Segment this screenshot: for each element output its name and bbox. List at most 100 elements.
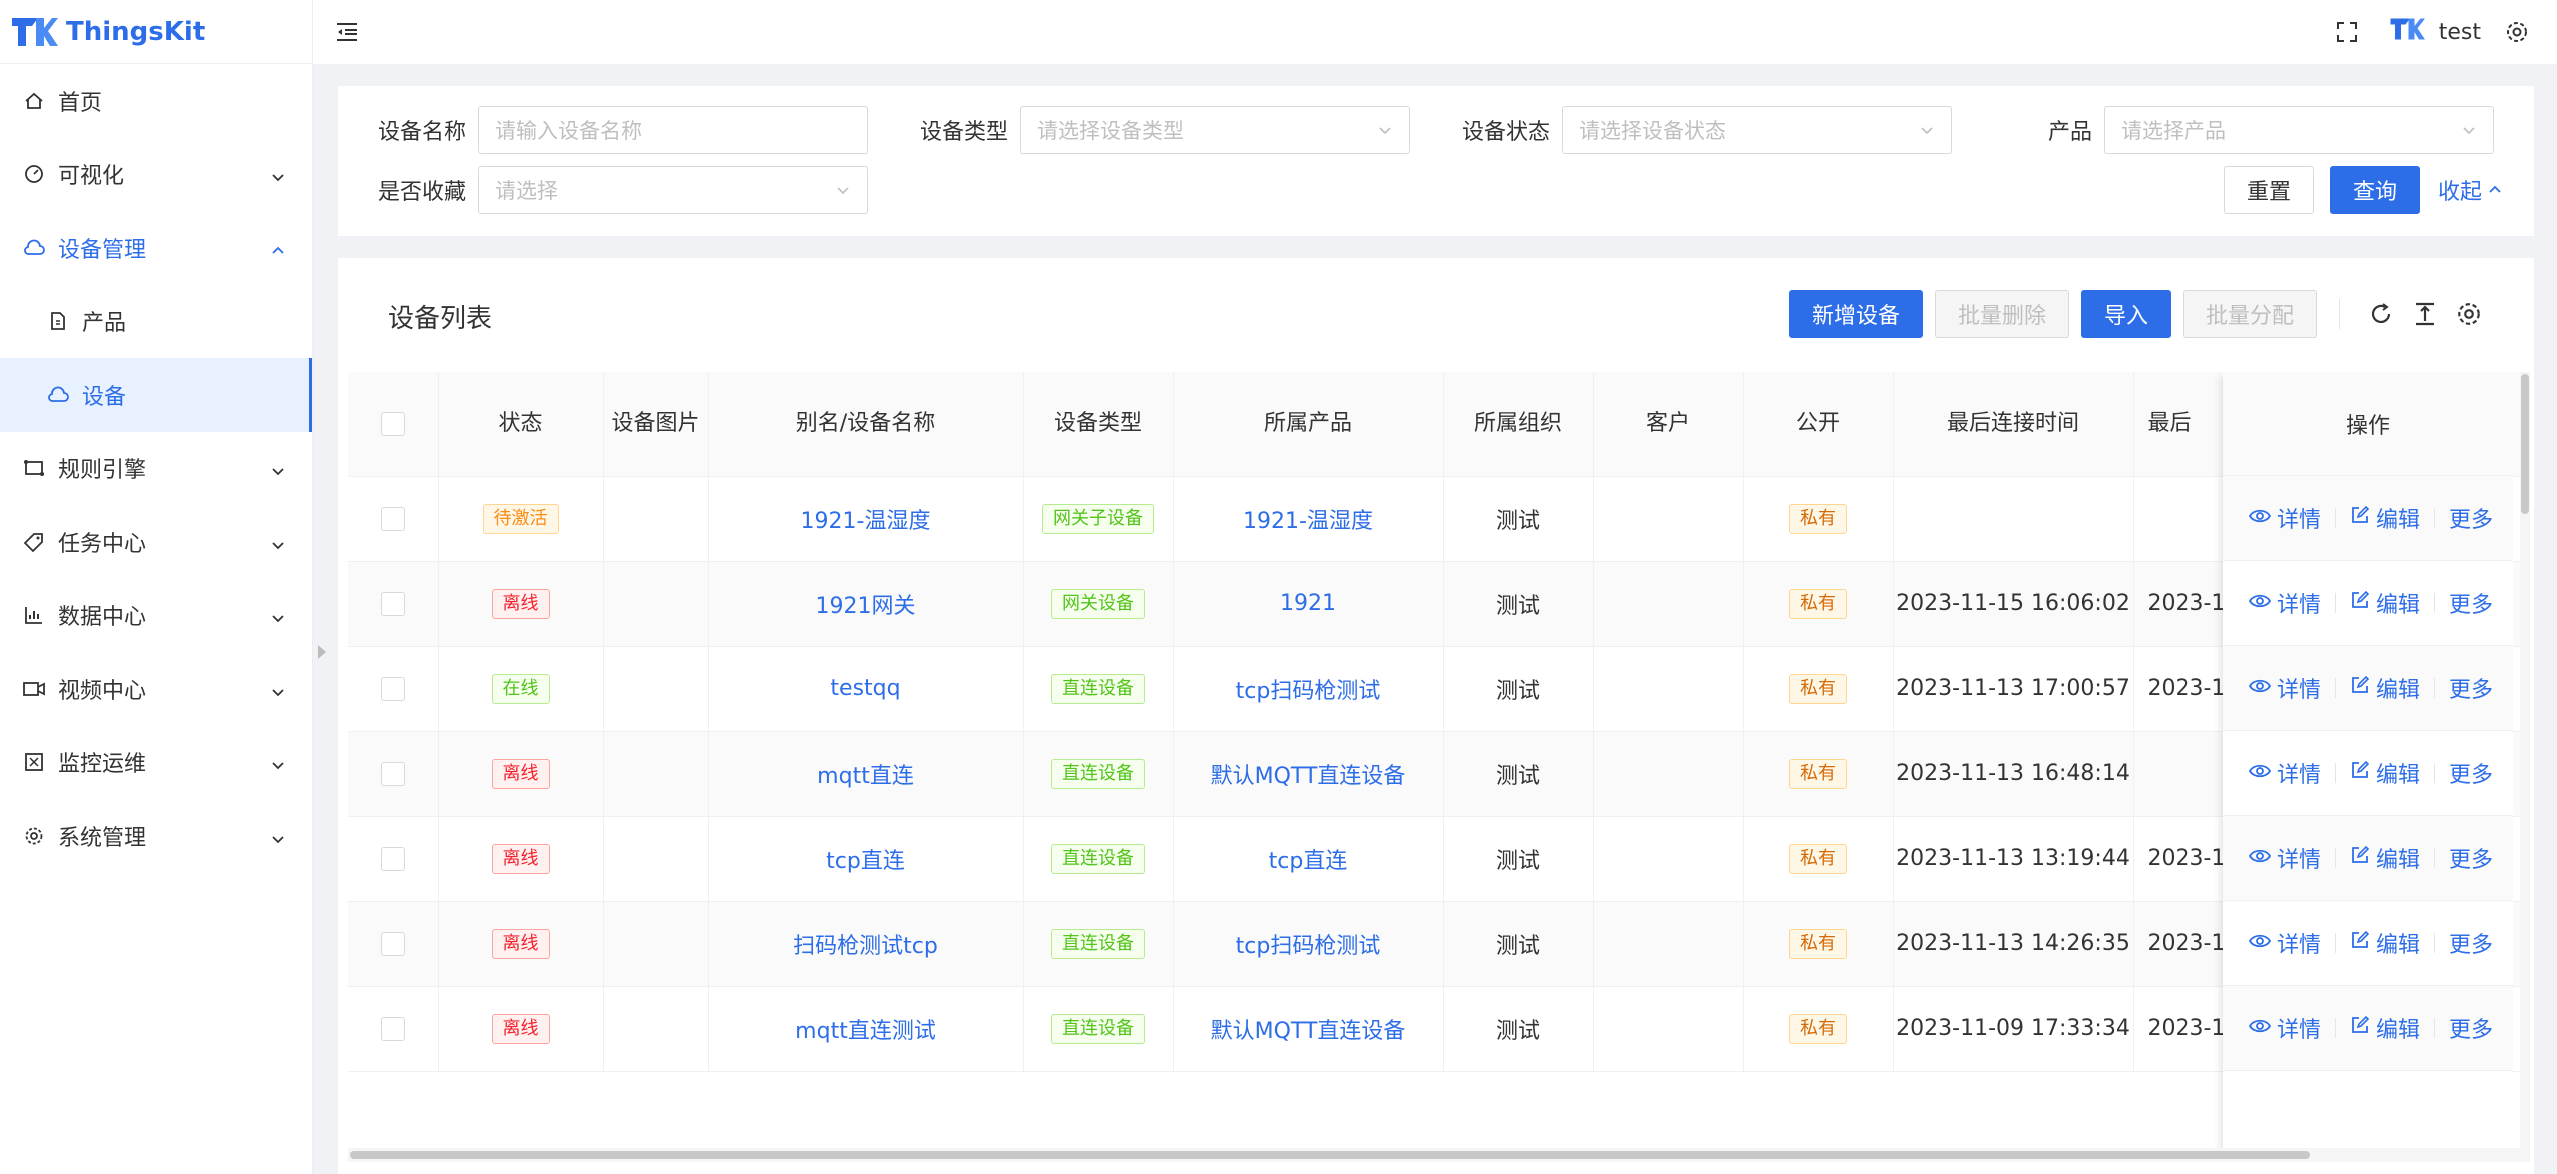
action-row: 详情 编辑 更多 [2223,986,2513,1071]
sidebar-item-device-management[interactable]: 设备管理 [0,211,312,285]
sidebar-item-data-center[interactable]: 数据中心 [0,579,312,653]
detail-button[interactable]: 详情 [2248,502,2321,534]
settings-icon[interactable] [2452,297,2486,331]
product-link[interactable]: 1921-温湿度 [1173,476,1444,562]
select-all-checkbox[interactable] [380,411,405,436]
device-type-select[interactable]: 请选择设备类型 [1020,106,1410,154]
detail-button[interactable]: 详情 [2248,587,2321,619]
status-badge: 离线 [491,928,550,959]
more-button[interactable]: 更多 [2449,502,2493,534]
scrollbar-thumb[interactable] [350,1151,2310,1159]
action-row: 详情 编辑 更多 [2223,731,2513,816]
app-logo[interactable]: ThingsKit [0,0,312,64]
column-height-icon[interactable] [2408,297,2442,331]
row-checkbox[interactable] [380,847,405,871]
fullscreen-icon[interactable] [2329,14,2365,50]
more-button[interactable]: 更多 [2449,672,2493,704]
device-name-link[interactable]: mqtt直连测试 [708,986,1024,1072]
sidebar-item-label: 可视化 [58,164,125,190]
row-checkbox[interactable] [380,592,405,616]
file-icon [46,309,70,333]
table-row: 离线 tcp直连 直连设备 tcp直连 测试 私有 2023-11-13 13:… [348,816,2530,902]
device-name-link[interactable]: 1921-温湿度 [708,476,1024,562]
detail-button[interactable]: 详情 [2248,1012,2321,1044]
sidebar-item-video-center[interactable]: 视频中心 [0,652,312,726]
sidebar-item-system-management[interactable]: 系统管理 [0,799,312,873]
more-button[interactable]: 更多 [2449,587,2493,619]
settings-icon[interactable] [2499,14,2535,50]
product-select[interactable]: 请选择产品 [2104,106,2494,154]
detail-button[interactable]: 详情 [2248,672,2321,704]
product-link[interactable]: tcp扫码枪测试 [1173,646,1444,732]
edit-button[interactable]: 编辑 [2350,927,2420,959]
product-link[interactable]: tcp直连 [1173,816,1444,902]
menu-fold-icon[interactable] [329,14,365,50]
detail-button[interactable]: 详情 [2248,757,2321,789]
detail-button[interactable]: 详情 [2248,842,2321,874]
device-image-cell [603,986,709,1072]
sidebar-item-task-center[interactable]: 任务中心 [0,505,312,579]
column-header: 所属组织 [1443,372,1594,477]
last-connect-cell: 2023-11-13 16:48:14 [1893,731,2134,817]
batch-delete-button[interactable]: 批量删除 [1934,290,2069,338]
product-link[interactable]: tcp扫码枪测试 [1173,901,1444,987]
horizontal-scrollbar[interactable] [348,1148,2530,1162]
device-name-link[interactable]: 1921网关 [708,561,1024,647]
row-checkbox[interactable] [380,1017,405,1041]
last-connect-cell [1893,476,2134,562]
favorite-select[interactable]: 请选择 [478,166,868,214]
divider [2434,508,2436,528]
sidebar-item-monitoring[interactable]: 监控运维 [0,726,312,800]
sidebar-item-product[interactable]: 产品 [0,285,312,359]
last-connect-cell: 2023-11-15 16:06:02 [1893,561,2134,647]
edit-button[interactable]: 编辑 [2350,1012,2420,1044]
more-button[interactable]: 更多 [2449,1012,2493,1044]
batch-assign-button[interactable]: 批量分配 [2182,290,2317,338]
device-name-input[interactable]: 请输入设备名称 [478,106,868,154]
device-name-link[interactable]: tcp直连 [708,816,1024,902]
collapse-label: 收起 [2437,180,2482,205]
edit-button[interactable]: 编辑 [2350,672,2420,704]
user-menu[interactable]: test [2389,15,2481,49]
reset-button[interactable]: 重置 [2223,166,2314,214]
query-button[interactable]: 查询 [2329,166,2420,214]
row-checkbox[interactable] [380,507,405,531]
home-icon [22,89,46,113]
sidebar-item-home[interactable]: 首页 [0,64,312,138]
row-checkbox[interactable] [380,932,405,956]
scrollbar-thumb[interactable] [2521,374,2529,514]
add-device-button[interactable]: 新增设备 [1788,290,1923,338]
edit-button[interactable]: 编辑 [2350,502,2420,534]
edit-button[interactable]: 编辑 [2350,757,2420,789]
more-button[interactable]: 更多 [2449,757,2493,789]
field-label: 设备类型 [919,120,1008,145]
row-checkbox[interactable] [380,677,405,701]
product-link[interactable]: 默认MQTT直连设备 [1173,731,1444,817]
sidebar-item-rule-engine[interactable]: 规则引擎 [0,432,312,506]
product-link[interactable]: 1921 [1173,561,1444,647]
refresh-icon[interactable] [2364,297,2398,331]
more-button[interactable]: 更多 [2449,842,2493,874]
org-cell: 测试 [1443,476,1594,562]
vertical-scrollbar[interactable] [2520,372,2530,1162]
sidebar-collapse-handle[interactable] [318,645,326,659]
public-badge: 私有 [1789,758,1847,789]
edit-button[interactable]: 编辑 [2350,842,2420,874]
import-button[interactable]: 导入 [2080,290,2171,338]
device-name-link[interactable]: 扫码枪测试tcp [708,901,1024,987]
product-link[interactable]: 默认MQTT直连设备 [1173,986,1444,1072]
more-button[interactable]: 更多 [2449,927,2493,959]
customer-cell [1593,561,1744,647]
collapse-link[interactable]: 收起 [2438,174,2504,206]
table-row: 离线 扫码枪测试tcp 直连设备 tcp扫码枪测试 测试 私有 2023-11-… [348,901,2530,987]
cloud-icon [22,236,46,260]
sidebar-item-visualization[interactable]: 可视化 [0,138,312,212]
edit-button[interactable]: 编辑 [2350,587,2420,619]
detail-button[interactable]: 详情 [2248,927,2321,959]
device-status-select[interactable]: 请选择设备状态 [1562,106,1952,154]
row-checkbox[interactable] [380,762,405,786]
device-name-link[interactable]: testqq [708,646,1024,732]
device-name-link[interactable]: mqtt直连 [708,731,1024,817]
sidebar-item-device[interactable]: 设备 [0,358,312,432]
more-label: 更多 [2449,508,2494,533]
